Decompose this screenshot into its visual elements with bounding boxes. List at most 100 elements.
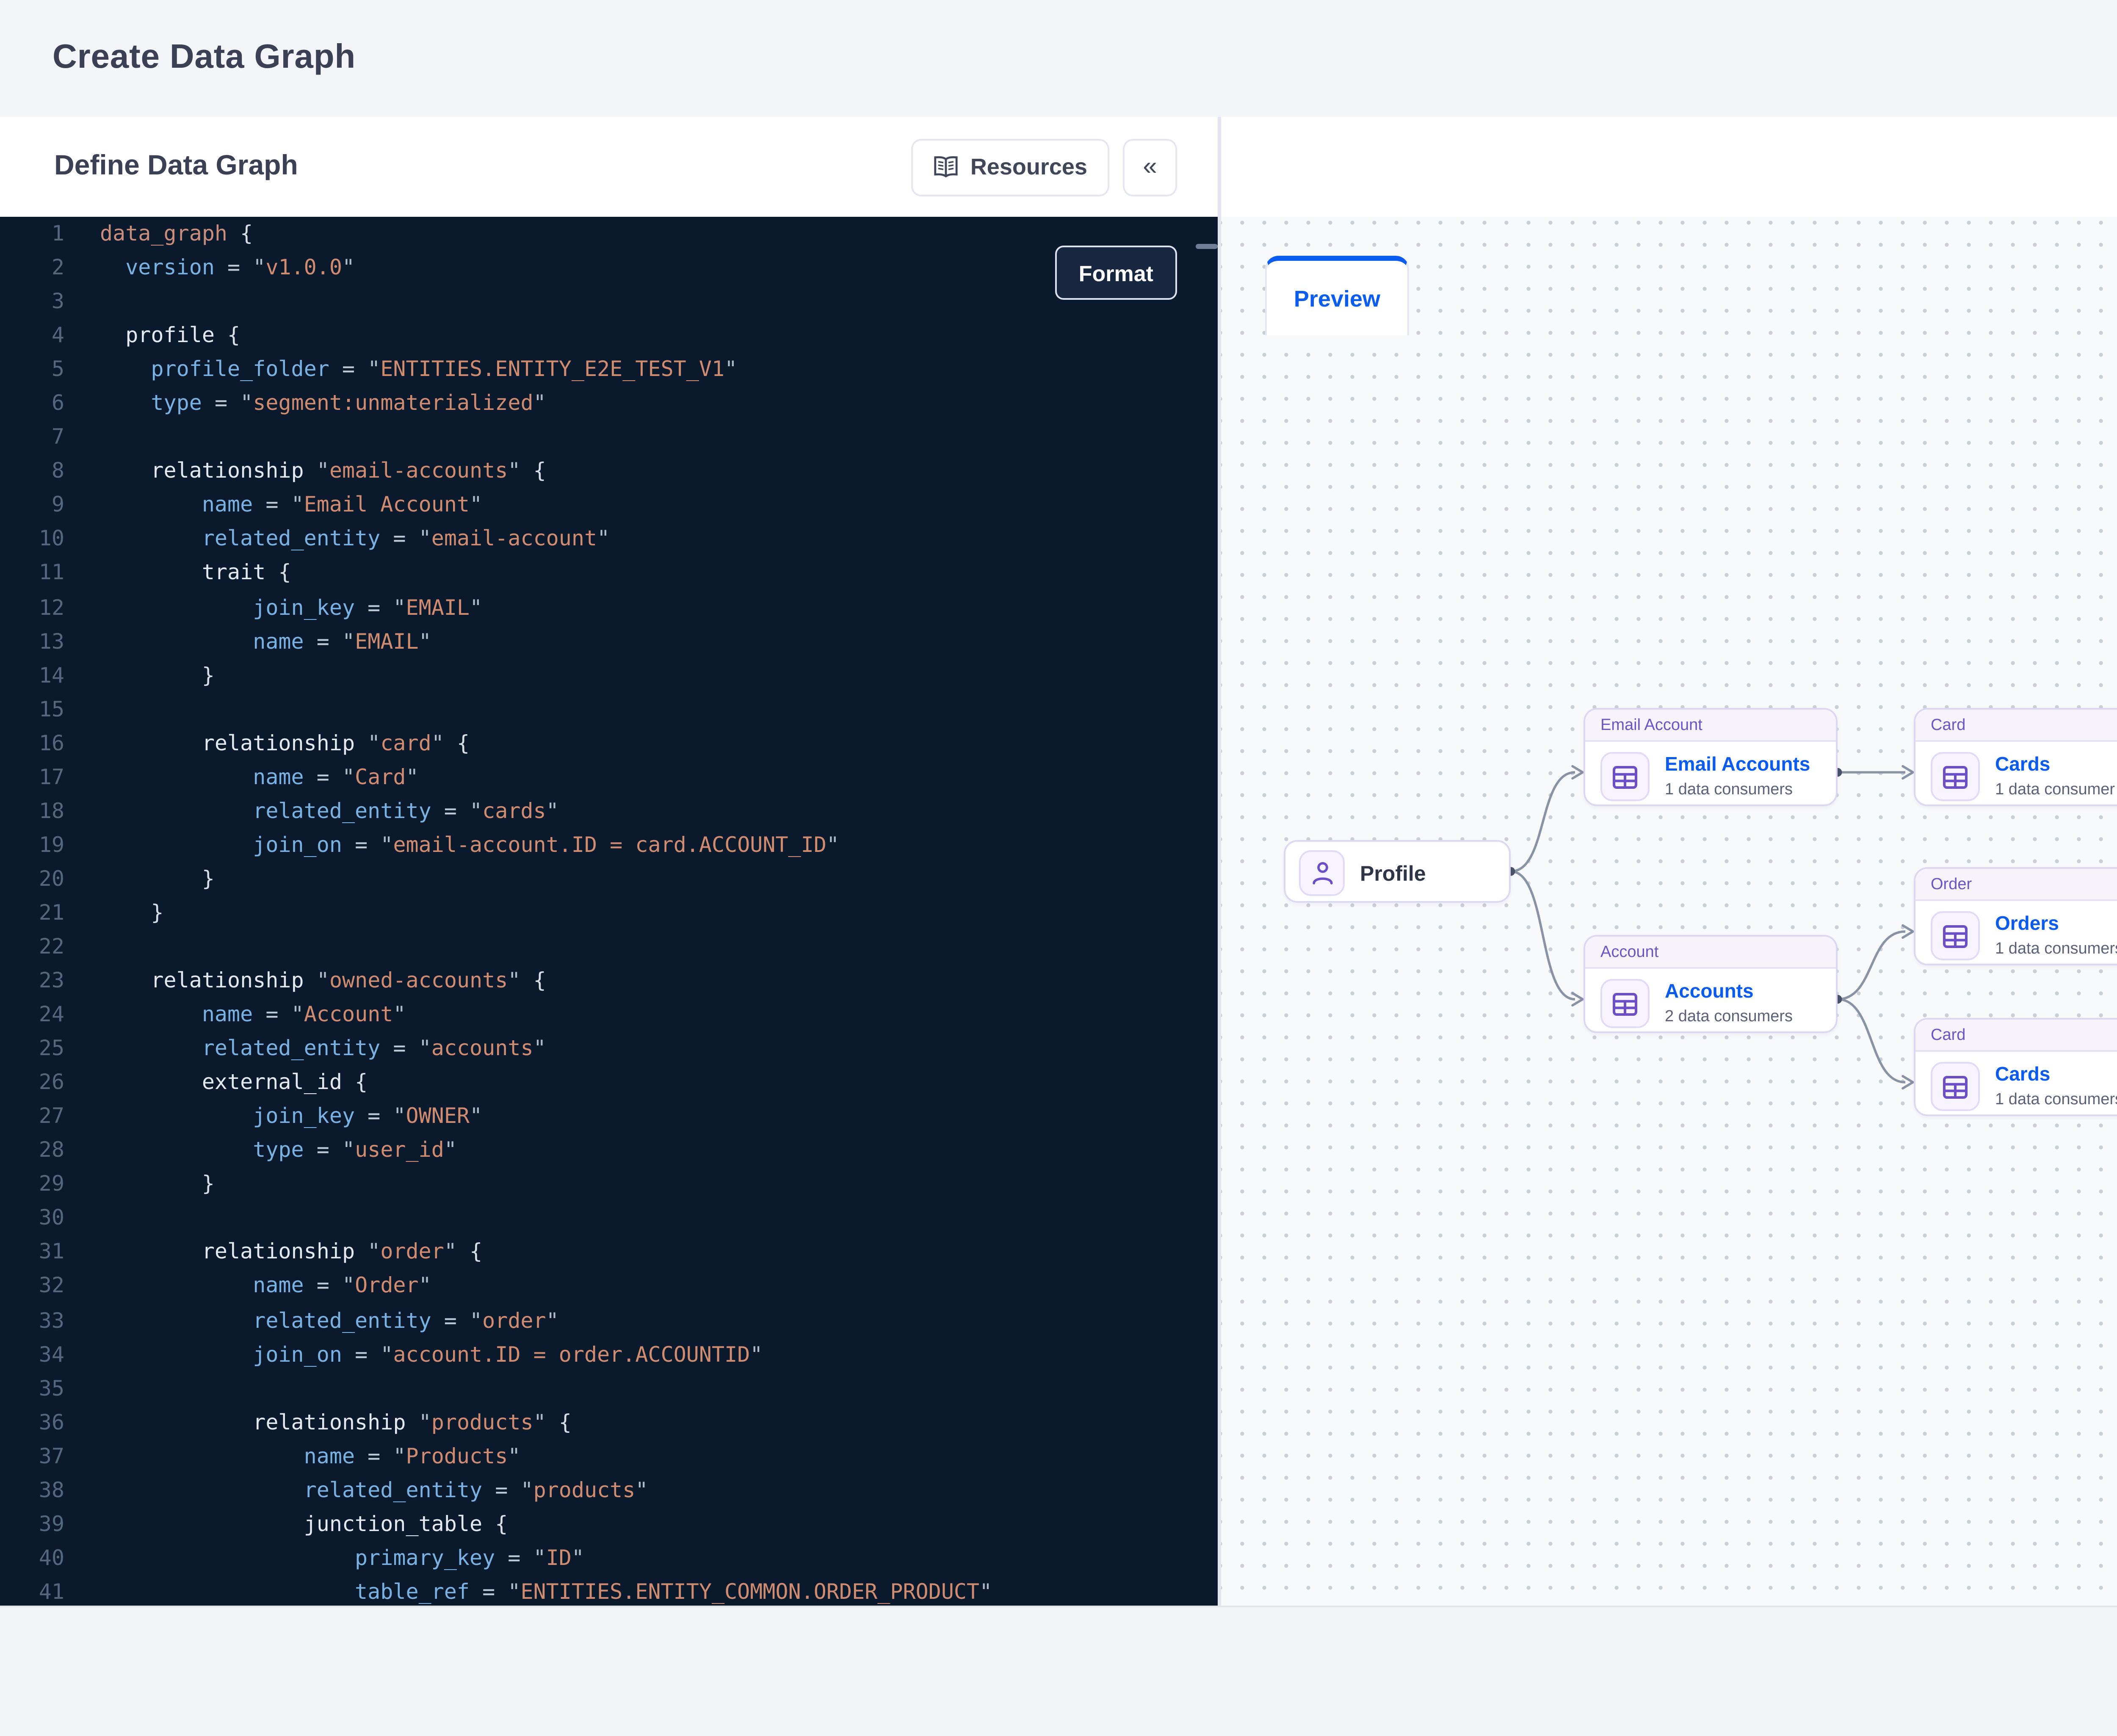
- panel-divider: [1218, 117, 1221, 1606]
- code-text: [64, 1201, 100, 1235]
- table-icon-tile: [1600, 752, 1650, 801]
- code-text: [64, 285, 100, 318]
- code-line: 14 }: [0, 658, 1218, 692]
- node-title-link[interactable]: Orders: [1995, 912, 2117, 936]
- code-line: 28 type = "user_id": [0, 1133, 1218, 1167]
- node-title-link[interactable]: Accounts: [1665, 980, 1793, 1003]
- subheader-row: Define Data Graph Resources « Preview: [0, 117, 2117, 218]
- line-number: 36: [0, 1405, 64, 1439]
- line-number: 22: [0, 930, 64, 964]
- person-icon: [1310, 860, 1334, 886]
- line-number: 9: [0, 489, 64, 522]
- graph-node-card-top[interactable]: CardCards1 data consumer: [1914, 708, 2117, 806]
- line-number: 6: [0, 387, 64, 420]
- code-line: 17 name = "Card": [0, 760, 1218, 794]
- person-icon-tile: [1299, 850, 1345, 896]
- line-number: 30: [0, 1201, 64, 1235]
- code-text: profile_folder = "ENTITIES.ENTITY_E2E_TE…: [64, 353, 737, 387]
- code-text: data_graph {: [64, 217, 253, 251]
- code-line: 5 profile_folder = "ENTITIES.ENTITY_E2E_…: [0, 353, 1218, 387]
- code-text: [64, 692, 100, 726]
- code-text: relationship "card" {: [64, 726, 470, 760]
- line-number: 28: [0, 1133, 64, 1167]
- code-text: table_ref = "ENTITIES.ENTITY_COMMON.ORDE…: [64, 1575, 992, 1606]
- code-line: 40 primary_key = "ID": [0, 1541, 1218, 1575]
- resources-button-label: Resources: [970, 154, 1087, 180]
- line-number: 2: [0, 251, 64, 285]
- code-line: 15: [0, 692, 1218, 726]
- code-text: }: [64, 1167, 215, 1201]
- profile-node-label: Profile: [1360, 861, 1426, 885]
- line-number: 18: [0, 794, 64, 828]
- code-line: 3: [0, 285, 1218, 318]
- line-number: 4: [0, 319, 64, 353]
- node-title-link[interactable]: Email Accounts: [1665, 753, 1810, 777]
- graph-node-account[interactable]: AccountAccounts2 data consumers: [1584, 935, 1838, 1033]
- code-text: type = "user_id": [64, 1133, 457, 1167]
- code-line: 36 relationship "products" {: [0, 1405, 1218, 1439]
- graph-preview-canvas[interactable]: Profile Email Account Email Accounts 1 data…: [1221, 217, 2117, 1606]
- code-text: related_entity = "email-account": [64, 522, 610, 556]
- code-text: name = "EMAIL": [64, 624, 431, 658]
- line-number: 34: [0, 1337, 64, 1371]
- line-number: 1: [0, 217, 64, 251]
- line-number: 27: [0, 1100, 64, 1133]
- format-button[interactable]: Format: [1055, 246, 1177, 300]
- code-line: 8 relationship "email-accounts" {: [0, 454, 1218, 488]
- graph-node-email-account[interactable]: Email AccountEmail Accounts1 data consum…: [1584, 708, 1838, 806]
- code-line: 19 join_on = "email-account.ID = card.AC…: [0, 828, 1218, 862]
- node-body: Cards 1 data consumer: [1915, 742, 2117, 811]
- table-icon-tile: [1931, 752, 1980, 801]
- line-number: 19: [0, 828, 64, 862]
- node-body: Cards1 data consumers: [1915, 1052, 2117, 1121]
- tab-preview[interactable]: Preview: [1265, 256, 1409, 335]
- code-text: relationship "email-accounts" {: [64, 454, 546, 488]
- line-number: 38: [0, 1473, 64, 1507]
- code-line: 13 name = "EMAIL": [0, 624, 1218, 658]
- code-line: 35: [0, 1371, 1218, 1405]
- line-number: 16: [0, 726, 64, 760]
- graph-node-profile[interactable]: Profile: [1284, 840, 1511, 903]
- code-line: 22: [0, 930, 1218, 964]
- code-text: related_entity = "order": [64, 1303, 559, 1337]
- graph-node-card-bottom[interactable]: CardCards1 data consumers: [1914, 1018, 2117, 1116]
- code-editor[interactable]: 1data_graph {2 version = "v1.0.0"34 prof…: [0, 217, 1218, 1606]
- code-line: 38 related_entity = "products": [0, 1473, 1218, 1507]
- node-body: Profile: [1285, 842, 1509, 904]
- code-line: 10 related_entity = "email-account": [0, 522, 1218, 556]
- code-text: junction_table {: [64, 1507, 508, 1541]
- node-header-label: Email Account: [1585, 710, 1836, 742]
- line-number: 40: [0, 1541, 64, 1575]
- line-number: 26: [0, 1066, 64, 1100]
- line-number: 5: [0, 353, 64, 387]
- table-icon: [1612, 992, 1638, 1015]
- line-number: 13: [0, 624, 64, 658]
- node-body: Accounts 2 data consumers: [1585, 969, 1836, 1038]
- code-text: relationship "order" {: [64, 1236, 482, 1269]
- code-text: type = "segment:unmaterialized": [64, 387, 546, 420]
- code-text: name = "Account": [64, 998, 406, 1031]
- line-number: 24: [0, 998, 64, 1031]
- line-number: 8: [0, 454, 64, 488]
- graph-node-order[interactable]: OrderOrders1 data consumers: [1914, 867, 2117, 965]
- code-text: version = "v1.0.0": [64, 251, 355, 285]
- node-title-link[interactable]: Cards: [1995, 753, 2115, 777]
- code-line: 6 type = "segment:unmaterialized": [0, 387, 1218, 420]
- define-data-graph-header: Define Data Graph Resources «: [0, 117, 1218, 217]
- node-title-link[interactable]: Cards: [1995, 1063, 2117, 1086]
- panel-resize-handle[interactable]: [1196, 244, 1218, 249]
- code-text: [64, 930, 100, 964]
- code-line: 32 name = "Order": [0, 1269, 1218, 1303]
- line-number: 41: [0, 1575, 64, 1606]
- code-line: 24 name = "Account": [0, 998, 1218, 1031]
- resources-button[interactable]: Resources: [911, 138, 1109, 196]
- node-consumer-count: 1 data consumer: [1995, 780, 2115, 800]
- node-header-label: Order: [1915, 869, 2117, 901]
- collapse-panel-button[interactable]: «: [1123, 138, 1177, 196]
- code-text: name = "Order": [64, 1269, 431, 1303]
- line-number: 32: [0, 1269, 64, 1303]
- code-line: 4 profile {: [0, 319, 1218, 353]
- double-chevron-left-icon: «: [1143, 152, 1157, 181]
- line-number: 20: [0, 862, 64, 896]
- node-consumer-count: 2 data consumers: [1665, 1007, 1793, 1027]
